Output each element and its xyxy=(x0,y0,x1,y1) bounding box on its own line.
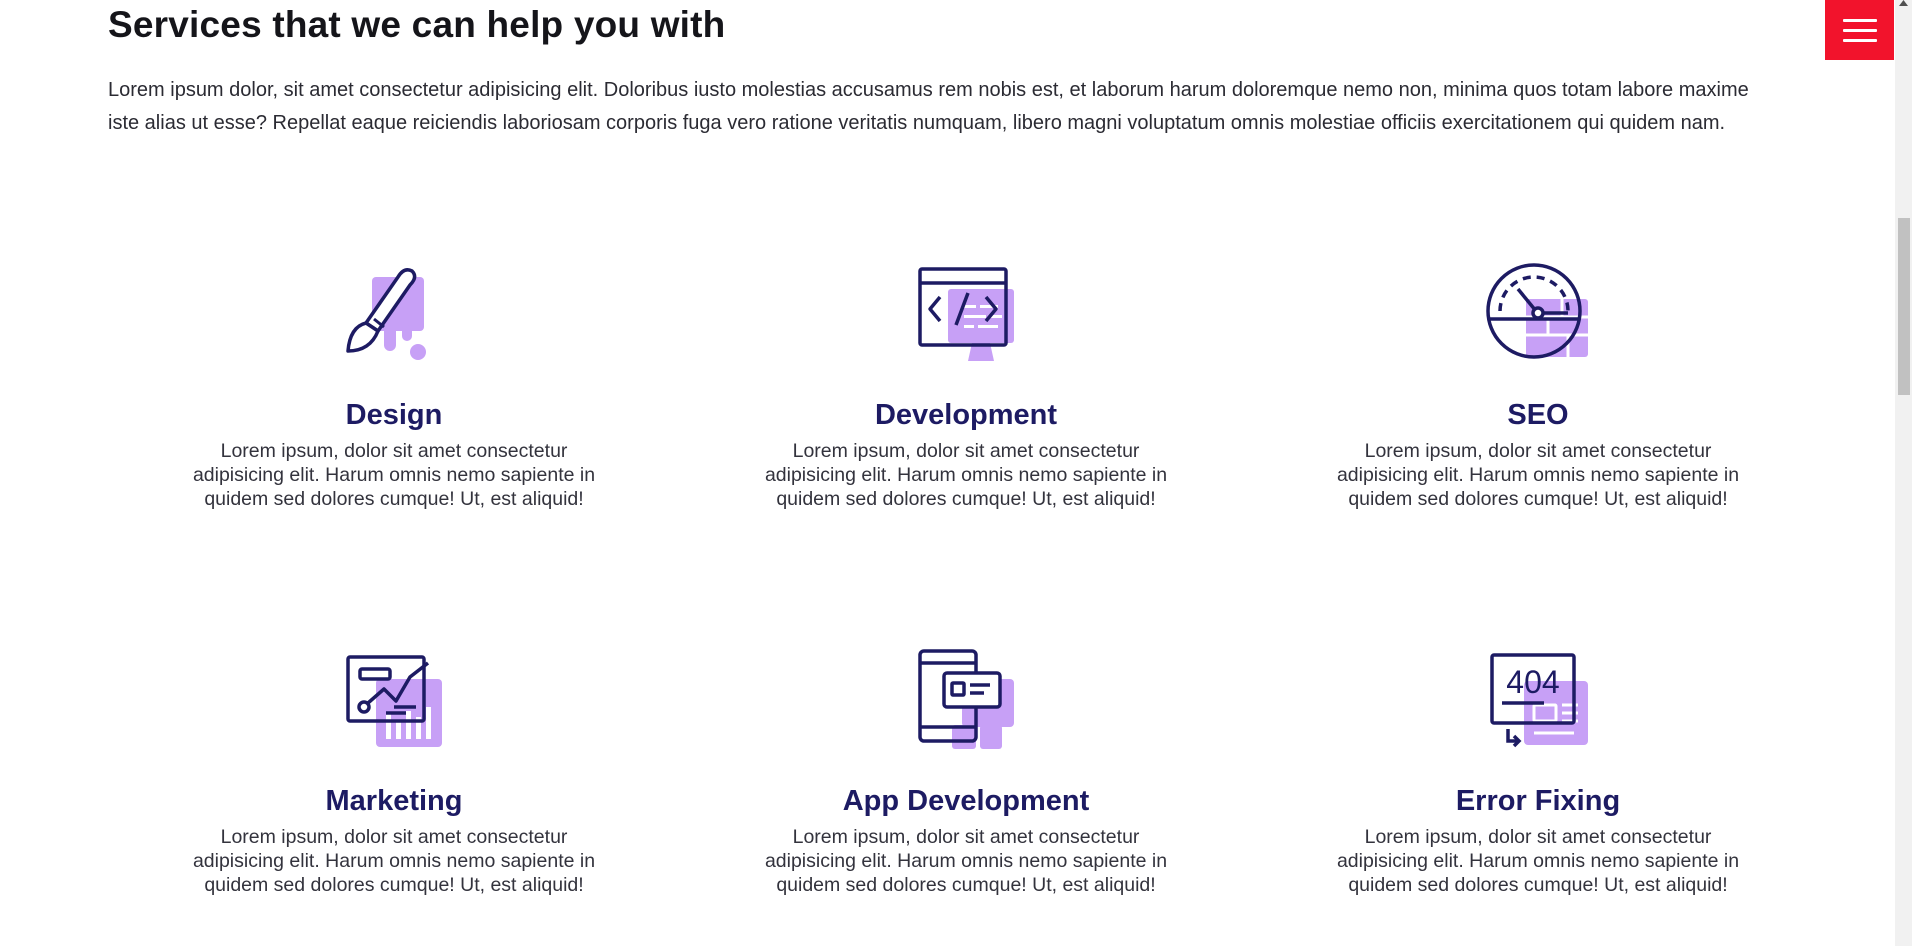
service-card-marketing: Marketing Lorem ipsum, dolor sit amet co… xyxy=(108,641,680,946)
service-description: Lorem ipsum, dolor sit amet consectetur … xyxy=(192,440,596,510)
services-grid: Design Lorem ipsum, dolor sit amet conse… xyxy=(108,255,1824,946)
paint-brush-icon xyxy=(346,268,426,360)
page: Services that we can help you with Lorem… xyxy=(0,0,1912,946)
service-card-design: Design Lorem ipsum, dolor sit amet conse… xyxy=(108,255,680,641)
scrollbar-thumb[interactable] xyxy=(1898,218,1910,395)
menu-button[interactable] xyxy=(1825,0,1894,60)
service-card-seo: SEO Lorem ipsum, dolor sit amet consecte… xyxy=(1252,255,1824,641)
service-description: Lorem ipsum, dolor sit amet consectetur … xyxy=(192,826,596,896)
speed-gauge-icon xyxy=(1486,263,1588,359)
hamburger-menu-icon xyxy=(1842,18,1877,22)
service-title: Design xyxy=(345,399,443,431)
section-intro: Lorem ipsum dolor, sit amet consectetur … xyxy=(108,79,1749,134)
scroll-up-arrow-icon[interactable] xyxy=(1895,0,1912,10)
mobile-app-icon xyxy=(918,649,1014,749)
error-404-icon: 404 xyxy=(1490,653,1588,748)
hamburger-menu-icon xyxy=(1842,38,1877,42)
hamburger-menu-icon xyxy=(1842,28,1877,32)
service-card-error-fixing: 404 Error Fixing Lorem ipsum, dolor sit … xyxy=(1252,641,1824,946)
error-code-text: 404 xyxy=(1506,664,1559,700)
service-description: Lorem ipsum, dolor sit amet consectetur … xyxy=(1336,826,1740,896)
service-title: Development xyxy=(874,399,1058,431)
section-title: Services that we can help you with xyxy=(108,4,726,45)
analytics-chart-icon xyxy=(346,655,442,747)
service-title: App Development xyxy=(842,785,1090,817)
service-title: Error Fixing xyxy=(1455,785,1621,817)
service-card-development: Development Lorem ipsum, dolor sit amet … xyxy=(680,255,1252,641)
code-window-icon xyxy=(918,267,1014,361)
service-card-app-development: App Development Lorem ipsum, dolor sit a… xyxy=(680,641,1252,946)
service-description: Lorem ipsum, dolor sit amet consectetur … xyxy=(1336,440,1740,510)
service-title: SEO xyxy=(1507,399,1569,431)
service-title: Marketing xyxy=(325,785,463,817)
service-description: Lorem ipsum, dolor sit amet consectetur … xyxy=(764,826,1168,896)
vertical-scrollbar[interactable] xyxy=(1895,0,1912,946)
service-description: Lorem ipsum, dolor sit amet consectetur … xyxy=(764,440,1168,510)
